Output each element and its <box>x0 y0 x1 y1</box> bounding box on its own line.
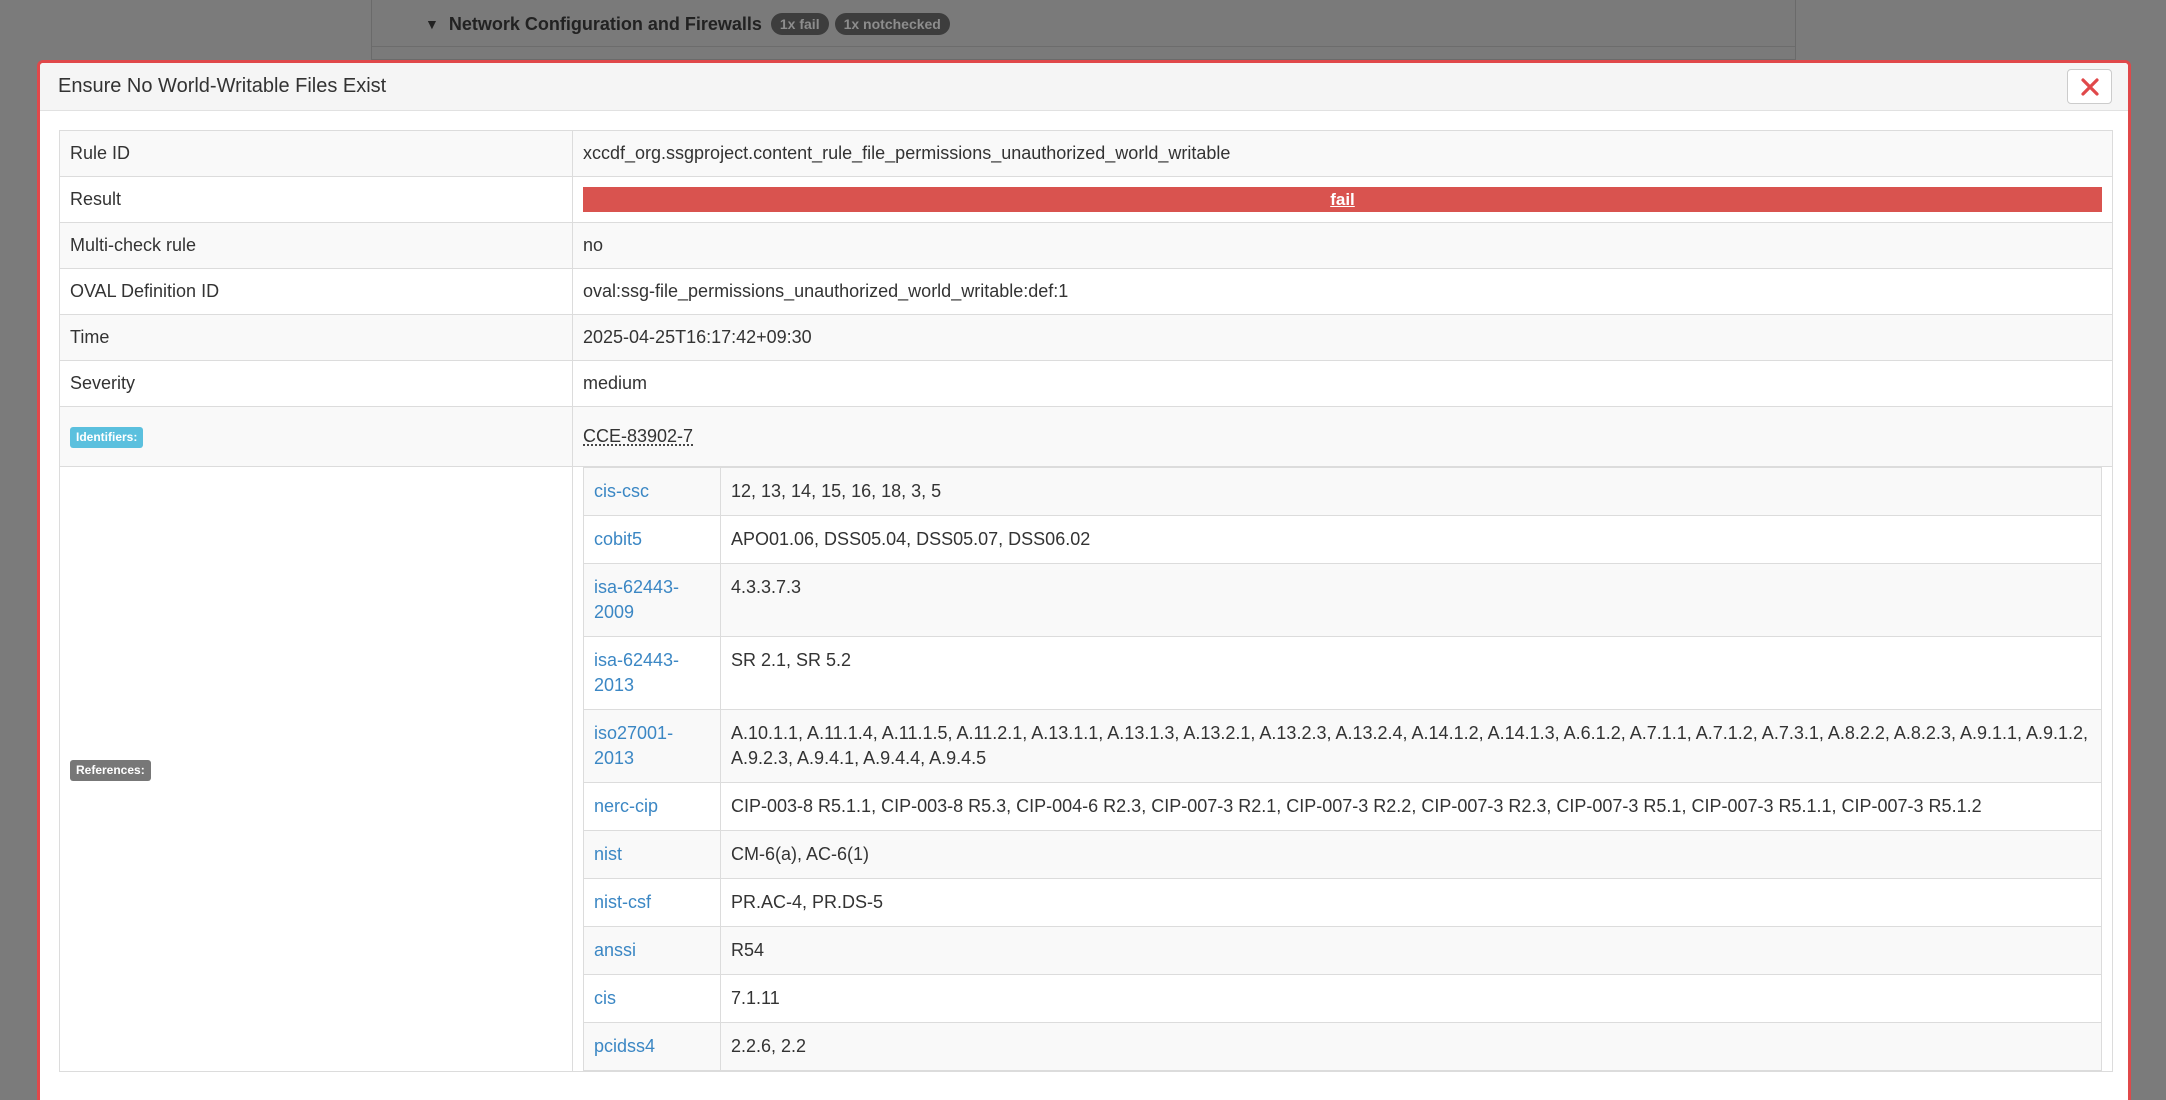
reference-link[interactable]: cis-csc <box>583 467 721 516</box>
reference-link[interactable]: isa-62443-2009 <box>583 563 721 637</box>
details-row-rule-id: Rule ID xccdf_org.ssgproject.content_rul… <box>59 130 2113 177</box>
references-table: cis-csc 12, 13, 14, 15, 16, 18, 3, 5 cob… <box>583 467 2102 1071</box>
references-badge: References: <box>70 759 151 781</box>
reference-link[interactable]: cis <box>583 974 721 1023</box>
modal-title: Ensure No World-Writable Files Exist <box>58 75 387 97</box>
reference-value: A.10.1.1, A.11.1.4, A.11.1.5, A.11.2.1, … <box>720 709 2102 783</box>
reference-row: pcidss4 2.2.6, 2.2 <box>583 1022 2102 1071</box>
reference-row: isa-62443-2013 SR 2.1, SR 5.2 <box>583 636 2102 710</box>
reference-row: nist CM-6(a), AC-6(1) <box>583 830 2102 879</box>
reference-link[interactable]: nist <box>583 830 721 879</box>
reference-row: iso27001-2013 A.10.1.1, A.11.1.4, A.11.1… <box>583 709 2102 783</box>
oval-label: OVAL Definition ID <box>59 268 573 315</box>
reference-value: CM-6(a), AC-6(1) <box>720 830 2102 879</box>
oval-value: oval:ssg-file_permissions_unauthorized_w… <box>572 268 2113 315</box>
rule-details-table: Rule ID xccdf_org.ssgproject.content_rul… <box>59 130 2113 1072</box>
reference-value: 12, 13, 14, 15, 16, 18, 3, 5 <box>720 467 2102 516</box>
details-row-identifiers: Identifiers: CCE-83902-7 <box>59 406 2113 467</box>
rule-detail-modal: Ensure No World-Writable Files Exist Rul… <box>37 60 2131 1100</box>
details-row-time: Time 2025-04-25T16:17:42+09:30 <box>59 314 2113 361</box>
reference-row: cobit5 APO01.06, DSS05.04, DSS05.07, DSS… <box>583 515 2102 564</box>
reference-row: nist-csf PR.AC-4, PR.DS-5 <box>583 878 2102 927</box>
reference-row: nerc-cip CIP-003-8 R5.1.1, CIP-003-8 R5.… <box>583 782 2102 831</box>
details-row-oval: OVAL Definition ID oval:ssg-file_permiss… <box>59 268 2113 315</box>
severity-label: Severity <box>59 360 573 407</box>
time-label: Time <box>59 314 573 361</box>
reference-value: R54 <box>720 926 2102 975</box>
details-row-references: References: cis-csc 12, 13, 14, 15, 16, … <box>59 466 2113 1072</box>
reference-link[interactable]: cobit5 <box>583 515 721 564</box>
time-value: 2025-04-25T16:17:42+09:30 <box>572 314 2113 361</box>
reference-link[interactable]: nerc-cip <box>583 782 721 831</box>
result-label: Result <box>59 176 573 223</box>
reference-row: cis-csc 12, 13, 14, 15, 16, 18, 3, 5 <box>583 467 2102 516</box>
multicheck-value: no <box>572 222 2113 269</box>
reference-value: 7.1.11 <box>720 974 2102 1023</box>
expand-triangle-icon: ▼ <box>425 16 439 32</box>
modal-header: Ensure No World-Writable Files Exist <box>40 63 2128 111</box>
close-button[interactable] <box>2067 69 2112 104</box>
multicheck-label: Multi-check rule <box>59 222 573 269</box>
result-fail-bar[interactable]: fail <box>583 187 2102 212</box>
identifiers-badge: Identifiers: <box>70 427 144 448</box>
close-x-icon <box>2080 77 2099 96</box>
reference-value: SR 2.1, SR 5.2 <box>720 636 2102 710</box>
fail-count-badge: 1x fail <box>770 13 829 35</box>
cce-identifier[interactable]: CCE-83902-7 <box>583 426 693 446</box>
details-row-multicheck: Multi-check rule no <box>59 222 2113 269</box>
reference-value: 2.2.6, 2.2 <box>720 1022 2102 1071</box>
reference-value: APO01.06, DSS05.04, DSS05.07, DSS06.02 <box>720 515 2102 564</box>
reference-link[interactable]: isa-62443-2013 <box>583 636 721 710</box>
reference-link[interactable]: anssi <box>583 926 721 975</box>
notchecked-count-badge: 1x notchecked <box>834 13 950 35</box>
background-divider <box>372 46 1795 47</box>
modal-body: Rule ID xccdf_org.ssgproject.content_rul… <box>59 130 2113 1072</box>
reference-link[interactable]: nist-csf <box>583 878 721 927</box>
rule-id-value: xccdf_org.ssgproject.content_rule_file_p… <box>572 130 2113 177</box>
reference-link[interactable]: pcidss4 <box>583 1022 721 1071</box>
reference-value: 4.3.3.7.3 <box>720 563 2102 637</box>
reference-row: cis 7.1.11 <box>583 974 2102 1023</box>
background-rule-group[interactable]: ▼ Network Configuration and Firewalls 1x… <box>425 11 950 37</box>
reference-row: isa-62443-2009 4.3.3.7.3 <box>583 563 2102 637</box>
group-title: Network Configuration and Firewalls <box>448 13 762 34</box>
details-row-result: Result fail <box>59 176 2113 223</box>
reference-value: CIP-003-8 R5.1.1, CIP-003-8 R5.3, CIP-00… <box>720 782 2102 831</box>
reference-row: anssi R54 <box>583 926 2102 975</box>
severity-value: medium <box>572 360 2113 407</box>
reference-value: PR.AC-4, PR.DS-5 <box>720 878 2102 927</box>
details-row-severity: Severity medium <box>59 360 2113 407</box>
reference-link[interactable]: iso27001-2013 <box>583 709 721 783</box>
rule-id-label: Rule ID <box>59 130 573 177</box>
